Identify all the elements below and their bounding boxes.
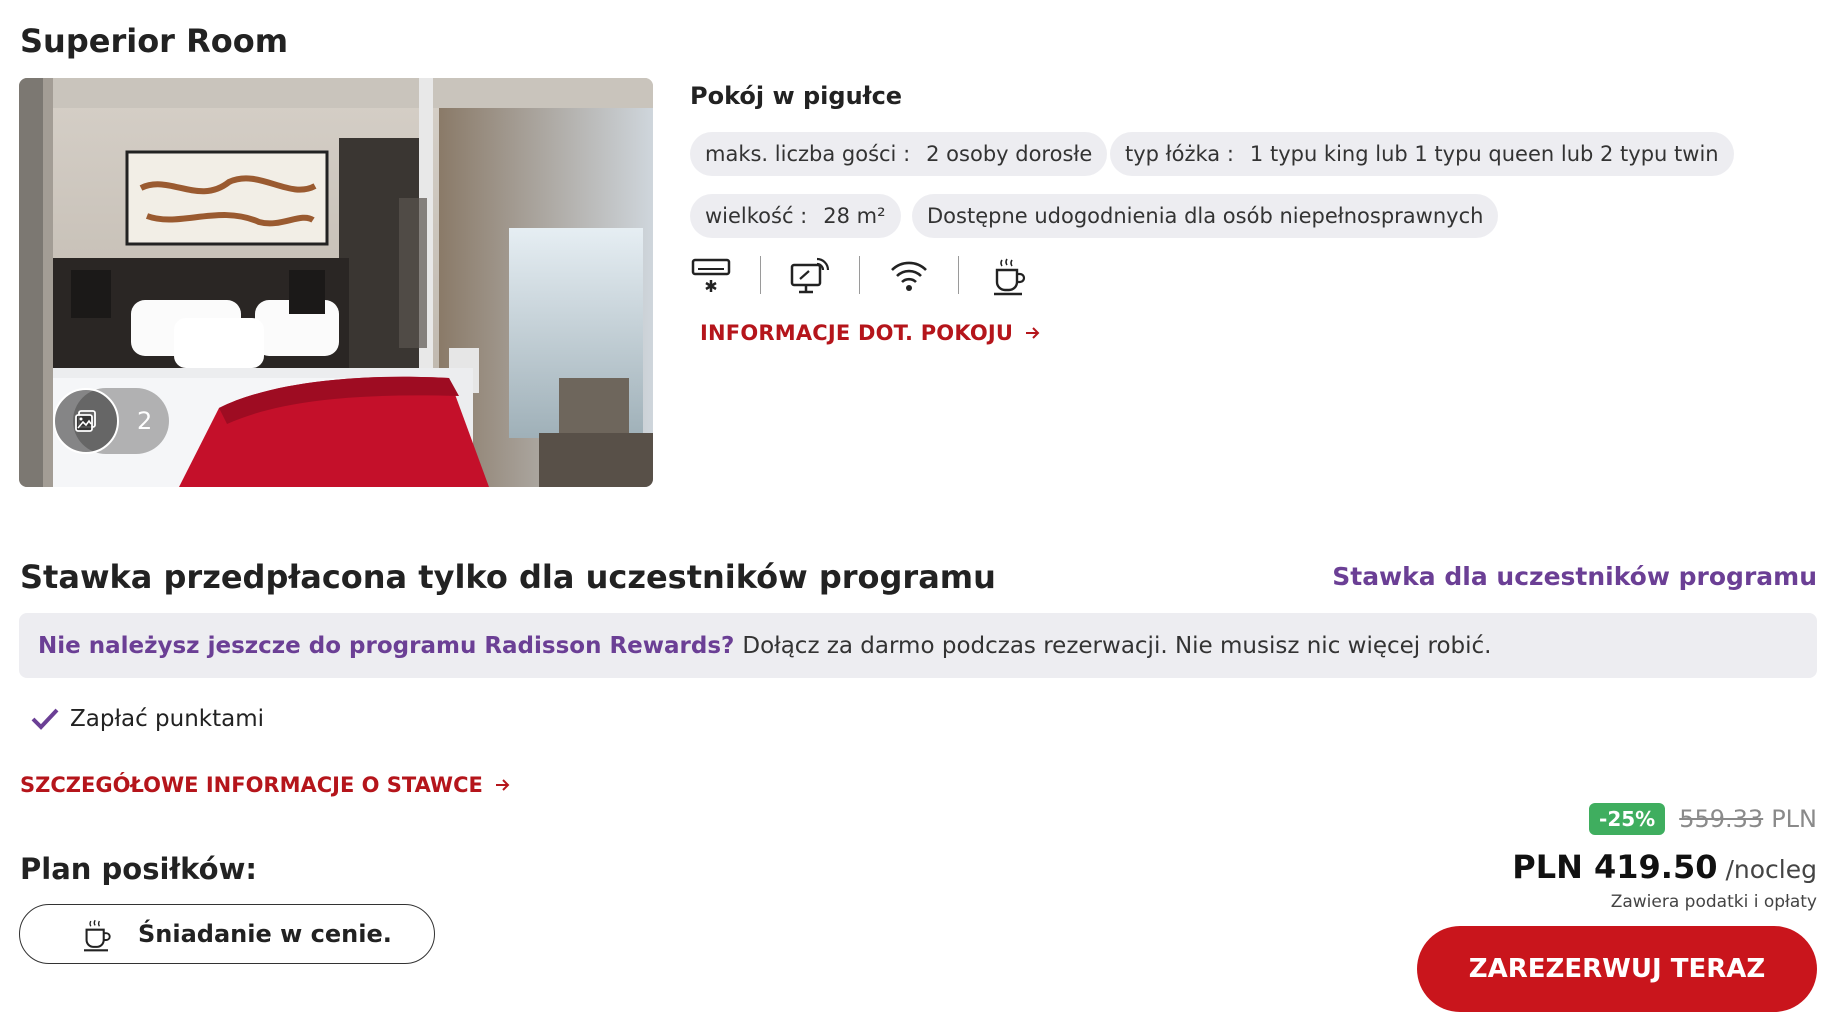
member-rate-link[interactable]: Stawka dla uczestników programu [1332,562,1817,591]
chip-size-value: 28 m² [823,204,886,228]
rewards-banner-text: Dołącz za darmo podczas rezerwacji. Nie … [742,632,1492,659]
gallery-badge[interactable]: 2 [53,388,169,454]
amenity-divider [958,256,959,294]
chip-bed-value: 1 typu king lub 1 typu queen lub 2 typu … [1249,142,1719,166]
pay-with-points: Zapłać punktami [30,706,264,732]
per-night-label: /nocleg [1725,855,1817,884]
old-price: 559.33 [1679,805,1764,833]
chip-bed-label: typ łóżka : [1125,142,1234,166]
rate-details-link[interactable]: SZCZEGÓŁOWE INFORMACJE O STAWCE [20,773,511,797]
rate-title: Stawka przedpłacona tylko dla uczestnikó… [20,558,996,596]
checkmark-icon [31,708,59,730]
gallery-button[interactable] [53,388,119,454]
wifi-icon [888,254,930,296]
amenity-divider [760,256,761,294]
chip-guests-label: maks. liczba gości : [705,142,911,166]
coffee-icon [987,254,1029,296]
chip-bed-type: typ łóżka : 1 typu king lub 1 typu queen… [1110,132,1734,176]
arrow-right-icon [495,779,510,791]
chip-size-label: wielkość : [705,204,808,228]
chip-room-size: wielkość : 28 m² [690,194,901,238]
tax-note: Zawiera podatki i opłaty [1610,892,1817,912]
rate-details-link-label: SZCZEGÓŁOWE INFORMACJE O STAWCE [20,773,483,797]
rewards-banner-link[interactable]: Nie należysz jeszcze do programu Radisso… [38,633,734,659]
coffee-icon [78,914,114,954]
photo-count: 2 [137,407,153,435]
rewards-banner: Nie należysz jeszcze do programu Radisso… [19,613,1817,678]
discount-row: -25% 559.33 PLN [1377,800,1817,838]
room-summary-title: Pokój w pigułce [690,82,903,110]
room-info-link[interactable]: INFORMACJE DOT. POKOJU [700,321,1041,345]
amenities-row [690,254,1029,296]
room-title: Superior Room [20,22,289,60]
amenity-divider [859,256,860,294]
book-now-button[interactable]: ZAREZERWUJ TERAZ [1417,926,1817,1012]
chip-accessibility-text: Dostępne udogodnienia dla osób niepełnos… [927,204,1484,228]
chip-guests-value: 2 osoby dorosłe [926,142,1093,166]
pay-with-points-text: Zapłać punktami [70,706,265,732]
smart-tv-icon [789,254,831,296]
room-photo[interactable]: 2 [19,78,653,487]
chip-accessibility: Dostępne udogodnienia dla osób niepełnos… [912,194,1499,238]
discount-badge: -25% [1589,803,1666,835]
chip-max-guests: maks. liczba gości : 2 osoby dorosłe [690,132,1108,176]
image-gallery-icon [75,410,96,432]
meal-plan-label: Plan posiłków: [20,852,257,886]
old-price-currency: PLN [1771,805,1817,833]
arrow-right-icon [1026,327,1040,339]
price-row: PLN 419.50 /nocleg [1377,848,1817,886]
meal-plan-value: Śniadanie w cenie. [138,920,392,948]
price-box: -25% 559.33 PLN PLN 419.50 /nocleg Zawie… [1377,800,1817,912]
air-conditioning-icon [690,254,732,296]
meal-plan-pill: Śniadanie w cenie. [19,904,435,964]
room-info-link-label: INFORMACJE DOT. POKOJU [700,321,1014,345]
current-price: PLN 419.50 [1512,848,1718,886]
